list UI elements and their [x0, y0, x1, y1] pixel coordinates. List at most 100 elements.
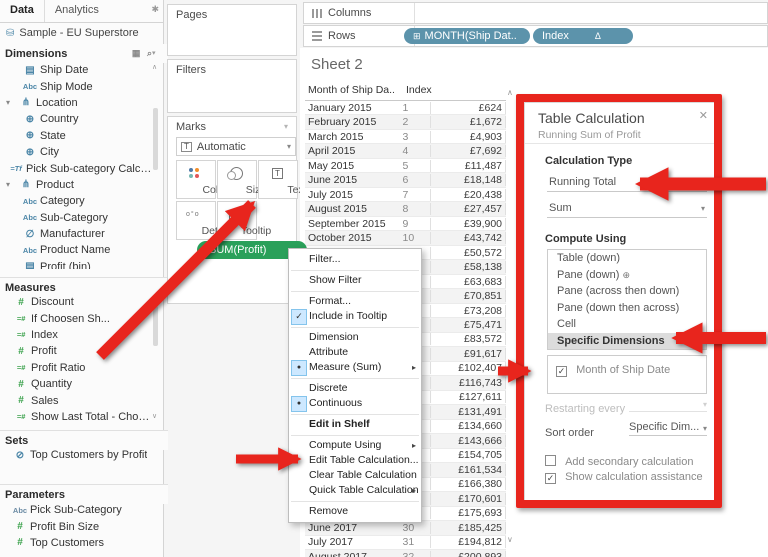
value-cell[interactable]: £70,851 — [430, 290, 507, 303]
dimension-product-name[interactable]: Abc Product Name — [2, 242, 154, 258]
value-cell[interactable]: £131,491 — [430, 405, 507, 418]
measure-sales[interactable]: # Sales — [2, 392, 154, 408]
value-cell[interactable]: £20,438 — [430, 188, 507, 201]
view-toggle-icon[interactable]: ▦ — [132, 48, 143, 58]
index-pill[interactable]: Index Δ — [533, 28, 633, 44]
parameter-profit-bin-size[interactable]: # Profit Bin Size — [2, 518, 154, 534]
dimension-country[interactable]: ⊕ Country — [2, 111, 154, 127]
value-cell[interactable]: £166,380 — [430, 478, 507, 491]
measure-if-choosen-sh[interactable]: =# If Choosen Sh... — [2, 310, 154, 326]
table-row[interactable]: July 2015 7 £20,438 — [305, 188, 507, 203]
dimension-pick-sub-category-calcu[interactable]: =Tf Pick Sub-category Calcu... — [2, 160, 154, 176]
table-row[interactable]: April 2015 4 £7,692 — [305, 144, 507, 159]
dimension-city[interactable]: ⊕ City — [2, 144, 154, 160]
table-row[interactable]: June 2017 30 £185,425 — [305, 521, 507, 536]
value-cell[interactable]: £58,138 — [430, 261, 507, 274]
table-row[interactable]: January 2015 1 £624 — [305, 101, 507, 116]
table-row[interactable]: August 2015 8 £27,457 — [305, 202, 507, 217]
menu-item-edit-in-shelf[interactable]: Edit in Shelf — [289, 417, 421, 432]
measure-profit-ratio[interactable]: =# Profit Ratio — [2, 360, 154, 376]
aggregation-dropdown[interactable]: Sum ▾ — [547, 202, 707, 218]
columns-shelf[interactable]: Columns — [303, 2, 768, 24]
value-cell[interactable]: £161,534 — [430, 463, 507, 476]
compute-option-specific-dimensions[interactable]: Specific Dimensions — [548, 332, 706, 349]
value-cell[interactable]: £170,601 — [430, 492, 507, 505]
table-row[interactable]: October 2015 10 £43,742 — [305, 231, 507, 246]
tree-caret-icon[interactable]: ▾ — [6, 98, 16, 107]
pane-menu-caret-icon[interactable]: ▾ — [152, 49, 156, 57]
compute-option-table-down[interactable]: Table (down) — [548, 250, 706, 267]
table-row[interactable]: February 2015 2 £1,672 — [305, 115, 507, 130]
menu-item-quick-table-calculation[interactable]: Quick Table Calculation ▸ — [289, 483, 421, 498]
measure-discount[interactable]: # Discount — [2, 294, 154, 310]
marks-menu-caret-icon[interactable]: ▾ — [284, 122, 288, 131]
tooltip-button[interactable]: Tooltip — [217, 201, 271, 240]
value-cell[interactable]: £624 — [430, 101, 507, 114]
menu-item-include-in-tooltip[interactable]: ✓ Include in Tooltip — [289, 309, 421, 325]
col-header-month[interactable]: Month of Ship Da.. — [305, 84, 406, 96]
table-row[interactable]: July 2017 31 £194,812 — [305, 536, 507, 551]
checkbox-checked-icon[interactable]: ✓ — [545, 473, 556, 484]
dimension-location[interactable]: ▾ ⋔ Location — [2, 95, 154, 111]
value-cell[interactable]: £4,903 — [430, 130, 507, 143]
size-button[interactable]: Size — [217, 160, 266, 199]
measures-scrollbar[interactable] — [153, 306, 158, 346]
value-cell[interactable]: £134,660 — [430, 420, 507, 433]
sort-order-dropdown[interactable]: Specific Dim... ▾ — [629, 421, 707, 436]
set-top-customers-by-profit[interactable]: ⊘ Top Customers by Profit — [2, 447, 154, 463]
expand-icon[interactable]: ⊞ — [413, 31, 421, 42]
value-cell[interactable]: £50,572 — [430, 246, 507, 259]
dimension-state[interactable]: ⊕ State — [2, 128, 154, 144]
value-cell[interactable]: £91,617 — [430, 347, 507, 360]
dimension-manufacturer[interactable]: ∅ Manufacturer — [2, 226, 154, 242]
datasource-row[interactable]: ⛁ Sample - EU Superstore — [6, 27, 139, 39]
checkbox-unchecked-icon[interactable] — [545, 455, 556, 466]
table-scroll-up-icon[interactable]: ∧ — [507, 88, 513, 97]
value-cell[interactable]: £143,666 — [430, 434, 507, 447]
value-cell[interactable]: £75,471 — [430, 319, 507, 331]
value-cell[interactable]: £1,672 — [430, 116, 507, 129]
table-row[interactable]: August 2017 32 £200,893 — [305, 550, 507, 557]
value-cell[interactable]: £194,812 — [430, 536, 507, 549]
value-cell[interactable]: £11,487 — [430, 159, 507, 172]
pages-card[interactable]: Pages — [167, 4, 297, 56]
measure-show-last-total-choos[interactable]: =# Show Last Total - Choos... — [2, 409, 154, 425]
value-cell[interactable]: £43,742 — [430, 232, 507, 245]
table-row[interactable]: June 2015 6 £18,148 — [305, 173, 507, 188]
dimension-profit-bin[interactable]: ▤ Profit (bin) — [2, 259, 154, 269]
menu-item-filter[interactable]: Filter... — [289, 252, 421, 267]
table-row[interactable]: May 2015 5 £11,487 — [305, 159, 507, 174]
menu-item-format[interactable]: Format... — [289, 294, 421, 309]
menu-item-discrete[interactable]: Discrete — [289, 381, 421, 396]
dimension-product[interactable]: ▾ ⋔ Product — [2, 177, 154, 193]
color-button[interactable]: Color — [176, 160, 228, 199]
calculation-type-dropdown[interactable]: Running Total ▾ — [547, 176, 707, 192]
parameter-pick-sub-category[interactable]: Abc Pick Sub-Category — [2, 502, 154, 518]
value-cell[interactable]: £73,208 — [430, 304, 507, 317]
table-row[interactable]: March 2015 3 £4,903 — [305, 130, 507, 145]
col-header-index[interactable]: Index — [406, 84, 506, 96]
checkbox-checked-icon[interactable]: ✓ — [556, 366, 567, 377]
menu-item-attribute[interactable]: Attribute — [289, 345, 421, 360]
value-cell[interactable]: £102,407 — [430, 362, 507, 375]
value-cell[interactable]: £154,705 — [430, 449, 507, 462]
rows-shelf[interactable]: Rows ⊞ MONTH(Ship Dat.. Index Δ — [303, 25, 768, 47]
value-cell[interactable]: £63,683 — [430, 275, 507, 288]
value-cell[interactable]: £200,893 — [430, 550, 507, 557]
dimension-ship-date[interactable]: ▤ Ship Date — [2, 62, 154, 78]
close-icon[interactable]: ✕ — [699, 109, 708, 122]
measure-profit[interactable]: # Profit — [2, 343, 154, 359]
show-calculation-assistance-option[interactable]: ✓ Show calculation assistance — [545, 471, 703, 484]
detail-button[interactable]: o°o Detail — [176, 201, 228, 240]
menu-item-continuous[interactable]: ● Continuous — [289, 396, 421, 412]
table-row[interactable]: September 2015 9 £39,900 — [305, 217, 507, 232]
parameter-top-customers[interactable]: # Top Customers — [2, 535, 154, 551]
measures-scroll-down-icon[interactable]: ∨ — [152, 412, 157, 420]
dimension-ship-mode[interactable]: Abc Ship Mode — [2, 78, 154, 94]
add-secondary-calculation-option[interactable]: Add secondary calculation — [545, 455, 693, 468]
menu-item-dimension[interactable]: Dimension — [289, 330, 421, 345]
month-ship-date-pill[interactable]: ⊞ MONTH(Ship Dat.. — [404, 28, 530, 44]
tab-data[interactable]: Data — [0, 0, 44, 22]
menu-item-remove[interactable]: Remove — [289, 504, 421, 519]
pin-icon[interactable]: ✱ — [151, 0, 163, 22]
